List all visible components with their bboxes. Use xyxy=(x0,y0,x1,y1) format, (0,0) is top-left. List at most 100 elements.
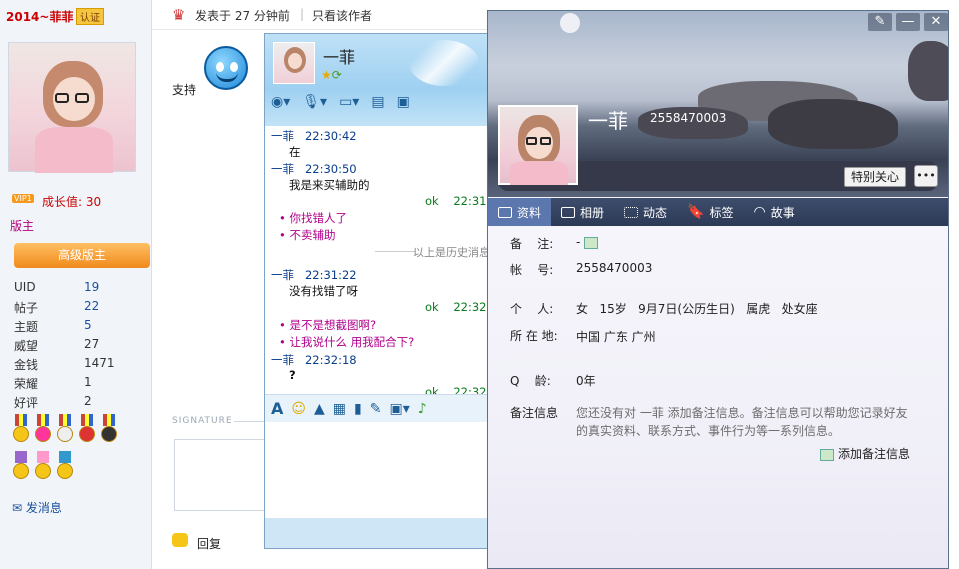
reply-button[interactable]: 回复 xyxy=(197,535,221,552)
medal-icon[interactable] xyxy=(56,451,74,481)
sender-name: 一菲 xyxy=(271,268,294,282)
add-note-icon xyxy=(820,448,834,461)
contact-avatar[interactable] xyxy=(273,42,315,84)
message-body: 让我说什么 用我配合下? xyxy=(289,335,415,349)
medal-icon[interactable] xyxy=(34,414,52,444)
stat-row: 威望 27 xyxy=(14,337,144,356)
user-avatar[interactable] xyxy=(8,42,136,173)
stat-key: 荣耀 xyxy=(14,377,39,391)
tab-album[interactable]: 相册 xyxy=(551,198,614,226)
message-text: • 是不是想截图啊? xyxy=(279,318,377,332)
profile-avatar[interactable] xyxy=(498,105,578,185)
handwriting-icon[interactable]: ✎ xyxy=(370,401,382,417)
message-sender: ok 22:32 xyxy=(425,300,486,314)
sender-name: ok xyxy=(425,194,439,208)
sender-name: 一菲 xyxy=(271,162,294,176)
stat-key: 金钱 xyxy=(14,358,39,372)
stat-value[interactable]: 22 xyxy=(84,299,99,318)
user-stats: UID 19 帖子 22 主题 5 威望 27 金钱 1471 荣耀 1 好评 2 xyxy=(14,280,144,413)
signature-label: SIGNATURE xyxy=(172,416,233,426)
message-sender: 一菲 22:32:18 xyxy=(271,352,357,368)
tab-profile[interactable]: 资料 xyxy=(488,198,552,226)
message-text: 我是来买辅助的 xyxy=(289,178,370,192)
chat-bubble-icon[interactable]: ••• xyxy=(914,165,938,187)
stat-row: 荣耀 1 xyxy=(14,375,144,394)
post-time: 发表于 27 分钟前 xyxy=(195,9,290,23)
send-file-icon[interactable]: ▭▾ xyxy=(339,94,359,118)
field-value: 中国 广东 广州 xyxy=(576,330,656,344)
signature-box xyxy=(174,439,266,511)
only-author-link[interactable]: 只看该作者 xyxy=(312,7,372,24)
medal-icon[interactable] xyxy=(34,451,52,481)
medal-icon[interactable] xyxy=(100,414,118,444)
message-body: 是不是想截图啊? xyxy=(289,318,377,332)
tab-label: 资料 xyxy=(517,205,542,220)
voice-call-icon[interactable]: 🎙▾ xyxy=(302,94,327,118)
skin-icon[interactable]: ✎ xyxy=(868,13,892,31)
message-body: 不卖辅助 xyxy=(289,228,336,242)
rank-badge-button[interactable]: 高级版主 xyxy=(14,243,150,268)
forum-user-sidebar: 2014~菲菲 认证 VIP1 成长值: 30 版主 高级版主 UID 19 帖子… xyxy=(0,0,152,569)
medal-list xyxy=(12,414,142,488)
image-icon[interactable]: ▣▾ xyxy=(389,401,409,417)
stat-row: 主题 5 xyxy=(14,318,144,337)
message-text: • 不卖辅助 xyxy=(279,228,336,242)
remark-value: - xyxy=(576,235,602,249)
screenshot-icon[interactable]: ▦ xyxy=(333,401,346,417)
stat-value: 1 xyxy=(84,375,92,389)
edit-remark-icon[interactable] xyxy=(584,236,599,249)
special-care-button[interactable]: 特别关心 xyxy=(844,167,906,187)
sender-name: ok xyxy=(425,385,439,394)
user-role: 版主 xyxy=(10,219,35,233)
profile-name: 一菲 xyxy=(588,109,628,133)
tab-feed[interactable]: 动态 xyxy=(614,198,677,226)
send-message-link[interactable]: ✉ 发消息 xyxy=(12,499,62,516)
medal-icon[interactable] xyxy=(78,414,96,444)
medal-icon[interactable] xyxy=(12,451,30,481)
add-remark-link[interactable]: 添加备注信息 xyxy=(820,445,910,462)
remote-desktop-icon[interactable]: ▣ xyxy=(397,94,410,118)
message-history: 一菲 22:30:42 在 一菲 22:30:50 我是来买辅助的 ok 22:… xyxy=(265,126,487,394)
message-sender: 一菲 22:30:50 xyxy=(271,161,357,177)
stat-key: 主题 xyxy=(14,320,39,334)
history-divider xyxy=(375,251,415,252)
stat-value: 27 xyxy=(84,337,100,351)
font-icon[interactable]: A xyxy=(271,399,283,418)
message-text: ? xyxy=(289,368,296,382)
chat-bottom-bar xyxy=(265,518,487,548)
stat-value[interactable]: 5 xyxy=(84,318,92,337)
post-content: 支持 xyxy=(172,83,197,97)
album-icon xyxy=(561,206,576,218)
music-icon[interactable]: ♪ xyxy=(418,401,427,417)
stat-row: 金钱 1471 xyxy=(14,356,144,375)
medal-icon[interactable] xyxy=(56,414,74,444)
forum-username[interactable]: 2014~菲菲 xyxy=(6,8,73,25)
stat-row: 帖子 22 xyxy=(14,299,144,318)
message-time: 22:32 xyxy=(453,300,487,314)
vip-badge: VIP1 xyxy=(12,194,34,203)
field-label: 个 人: xyxy=(510,302,554,316)
add-app-icon[interactable]: ▤ xyxy=(371,94,384,118)
emoji-icon[interactable]: ☺ xyxy=(291,401,306,417)
sender-name: 一菲 xyxy=(271,353,294,367)
field-label: 所 在 地: xyxy=(510,329,558,343)
voice-message-icon[interactable]: ▮ xyxy=(354,401,362,417)
field-value: 2558470003 xyxy=(576,261,653,275)
close-icon[interactable]: ✕ xyxy=(924,13,948,31)
minimize-icon[interactable]: — xyxy=(896,13,920,31)
field-value: - xyxy=(576,235,581,249)
message-sender: 一菲 22:31:22 xyxy=(271,267,357,283)
message-input[interactable] xyxy=(265,422,487,518)
video-call-icon[interactable]: ◉▾ xyxy=(271,94,290,118)
chat-window: 一菲 ★⟳ ◉▾ 🎙▾ ▭▾ ▤ ▣ 一菲 22:30:42 在 一菲 22:3… xyxy=(264,33,488,549)
magic-icon[interactable]: ▲ xyxy=(314,401,325,417)
bookmark-icon: 🔖 xyxy=(687,204,705,220)
tab-story[interactable]: ◠ 故事 xyxy=(744,198,805,226)
tab-label: 故事 xyxy=(770,205,795,220)
reply-icon[interactable] xyxy=(172,533,188,547)
medal-icon[interactable] xyxy=(12,414,30,444)
contact-name[interactable]: 一菲 xyxy=(323,44,355,68)
tab-tags[interactable]: 🔖 标签 xyxy=(677,198,743,226)
profile-tabs: 资料 相册 动态 🔖 标签 ◠ 故事 xyxy=(488,198,948,226)
stat-value[interactable]: 19 xyxy=(84,280,99,299)
